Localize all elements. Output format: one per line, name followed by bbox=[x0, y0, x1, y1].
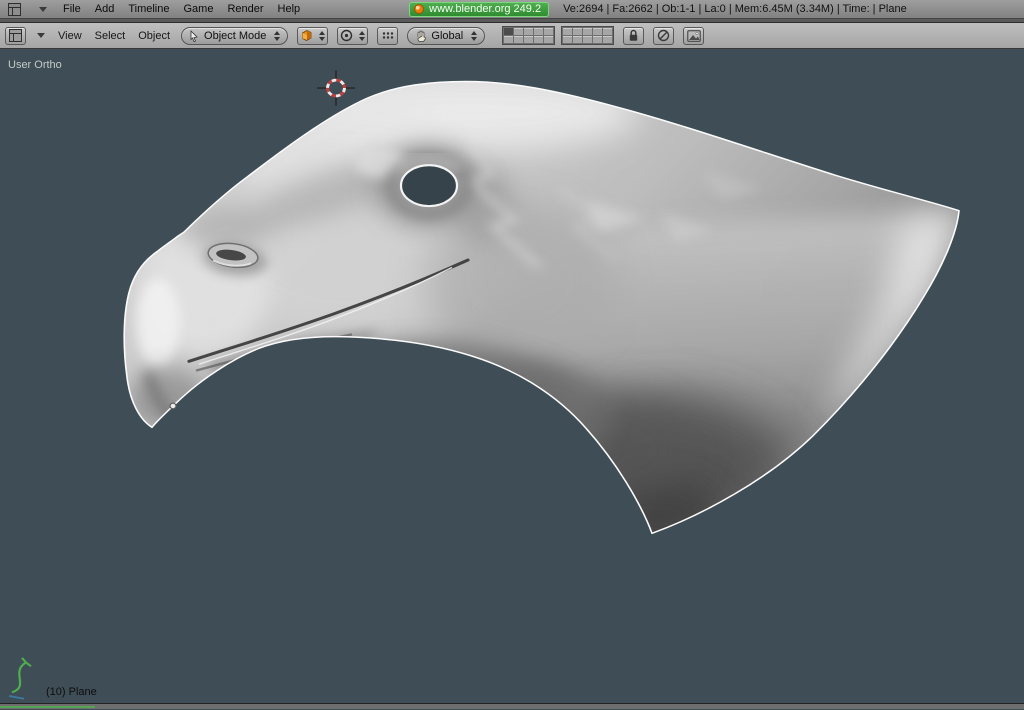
menu-game[interactable]: Game bbox=[183, 3, 213, 15]
layer-4-button[interactable] bbox=[534, 28, 544, 35]
pivot-icon bbox=[341, 29, 353, 42]
circle-slash-icon bbox=[658, 29, 670, 42]
dropdown-arrows-icon bbox=[319, 30, 326, 41]
scene-stats: Ve:2694 | Fa:2662 | Ob:1-1 | La:0 | Mem:… bbox=[563, 3, 907, 15]
menu-timeline[interactable]: Timeline bbox=[128, 3, 169, 15]
editor-grid-icon bbox=[9, 29, 22, 42]
timeline-marker-line bbox=[0, 706, 95, 708]
viewport-canvas[interactable] bbox=[0, 49, 1024, 709]
blender-logo-icon bbox=[414, 4, 425, 14]
layer-grid-left bbox=[502, 26, 556, 45]
viewport-menu-collapse-arrow[interactable] bbox=[35, 28, 47, 43]
3d-cursor bbox=[317, 70, 355, 106]
layer-5-button[interactable] bbox=[544, 28, 554, 35]
active-object-label: (10) Plane bbox=[46, 686, 97, 698]
orientation-dropdown-label: Global bbox=[431, 29, 464, 42]
menu-render[interactable]: Render bbox=[227, 3, 263, 15]
info-header: File Add Timeline Game Render Help www.b… bbox=[0, 0, 1024, 19]
layer-2-button[interactable] bbox=[514, 28, 524, 35]
layer-14-button[interactable] bbox=[593, 28, 603, 35]
dropdown-arrows-icon bbox=[274, 30, 281, 41]
layer-8-button[interactable] bbox=[524, 36, 534, 43]
layer-7-button[interactable] bbox=[514, 36, 524, 43]
eye-socket bbox=[386, 152, 472, 220]
menu-add[interactable]: Add bbox=[95, 3, 115, 15]
dropdown-arrows-icon bbox=[359, 30, 366, 41]
image-icon bbox=[687, 29, 701, 42]
layer-17-button[interactable] bbox=[573, 36, 583, 43]
3d-viewport[interactable]: User Ortho (10) Plane bbox=[0, 49, 1024, 709]
stray-vertex bbox=[169, 402, 177, 410]
editor-type-icon bbox=[8, 2, 21, 16]
chevron-down-icon bbox=[39, 6, 47, 12]
pointer-icon bbox=[190, 29, 198, 42]
layer-3-button[interactable] bbox=[524, 28, 534, 35]
menu-help[interactable]: Help bbox=[278, 3, 301, 15]
view-axis-gizmo bbox=[8, 657, 32, 700]
version-badge: www.blender.org 249.2 bbox=[409, 1, 550, 17]
manipulator-toggle-button[interactable] bbox=[377, 26, 399, 45]
shading-cube-icon bbox=[302, 30, 312, 41]
layer-grid-right bbox=[561, 26, 615, 45]
proportional-edit-button[interactable] bbox=[653, 26, 675, 45]
pivot-point-button[interactable] bbox=[337, 26, 369, 45]
view-name-label: User Ortho bbox=[8, 59, 62, 71]
orientation-dropdown[interactable]: Global bbox=[407, 26, 486, 45]
layer-9-button[interactable] bbox=[534, 36, 544, 43]
menu-object[interactable]: Object bbox=[138, 30, 170, 42]
dropdown-arrows-icon bbox=[471, 30, 478, 41]
layer-20-button[interactable] bbox=[603, 36, 613, 43]
layer-16-button[interactable] bbox=[563, 36, 573, 43]
menu-view[interactable]: View bbox=[58, 30, 82, 42]
mode-dropdown[interactable]: Object Mode bbox=[181, 26, 289, 45]
hand-icon bbox=[417, 30, 427, 42]
version-text: www.blender.org 249.2 bbox=[429, 3, 542, 15]
layer-13-button[interactable] bbox=[583, 28, 593, 35]
render-preview-button[interactable] bbox=[683, 26, 705, 45]
layer-19-button[interactable] bbox=[593, 36, 603, 43]
viewport-editor-type-button[interactable] bbox=[5, 26, 26, 45]
menu-select[interactable]: Select bbox=[95, 30, 126, 42]
header-collapse-arrow[interactable] bbox=[37, 2, 49, 17]
viewport-header: View Select Object Object Mode Global bbox=[0, 23, 1024, 49]
layer-1-button[interactable] bbox=[504, 28, 514, 35]
layer-10-button[interactable] bbox=[544, 36, 554, 43]
dots-grid-icon bbox=[382, 32, 394, 39]
draw-type-button[interactable] bbox=[297, 26, 329, 45]
eagle-head-model[interactable] bbox=[123, 72, 960, 570]
mode-dropdown-label: Object Mode bbox=[204, 29, 267, 42]
layer-18-button[interactable] bbox=[583, 36, 593, 43]
lock-layers-button[interactable] bbox=[623, 26, 645, 45]
menu-file[interactable]: File bbox=[63, 3, 81, 15]
chevron-down-icon bbox=[37, 33, 45, 38]
layer-6-button[interactable] bbox=[504, 36, 514, 43]
layer-11-button[interactable] bbox=[563, 28, 573, 35]
layer-15-button[interactable] bbox=[603, 28, 613, 35]
lower-area-edge[interactable] bbox=[0, 703, 1024, 709]
padlock-icon bbox=[630, 29, 638, 41]
layer-12-button[interactable] bbox=[573, 28, 583, 35]
window-type-button[interactable] bbox=[6, 2, 23, 17]
layer-buttons bbox=[502, 26, 615, 45]
